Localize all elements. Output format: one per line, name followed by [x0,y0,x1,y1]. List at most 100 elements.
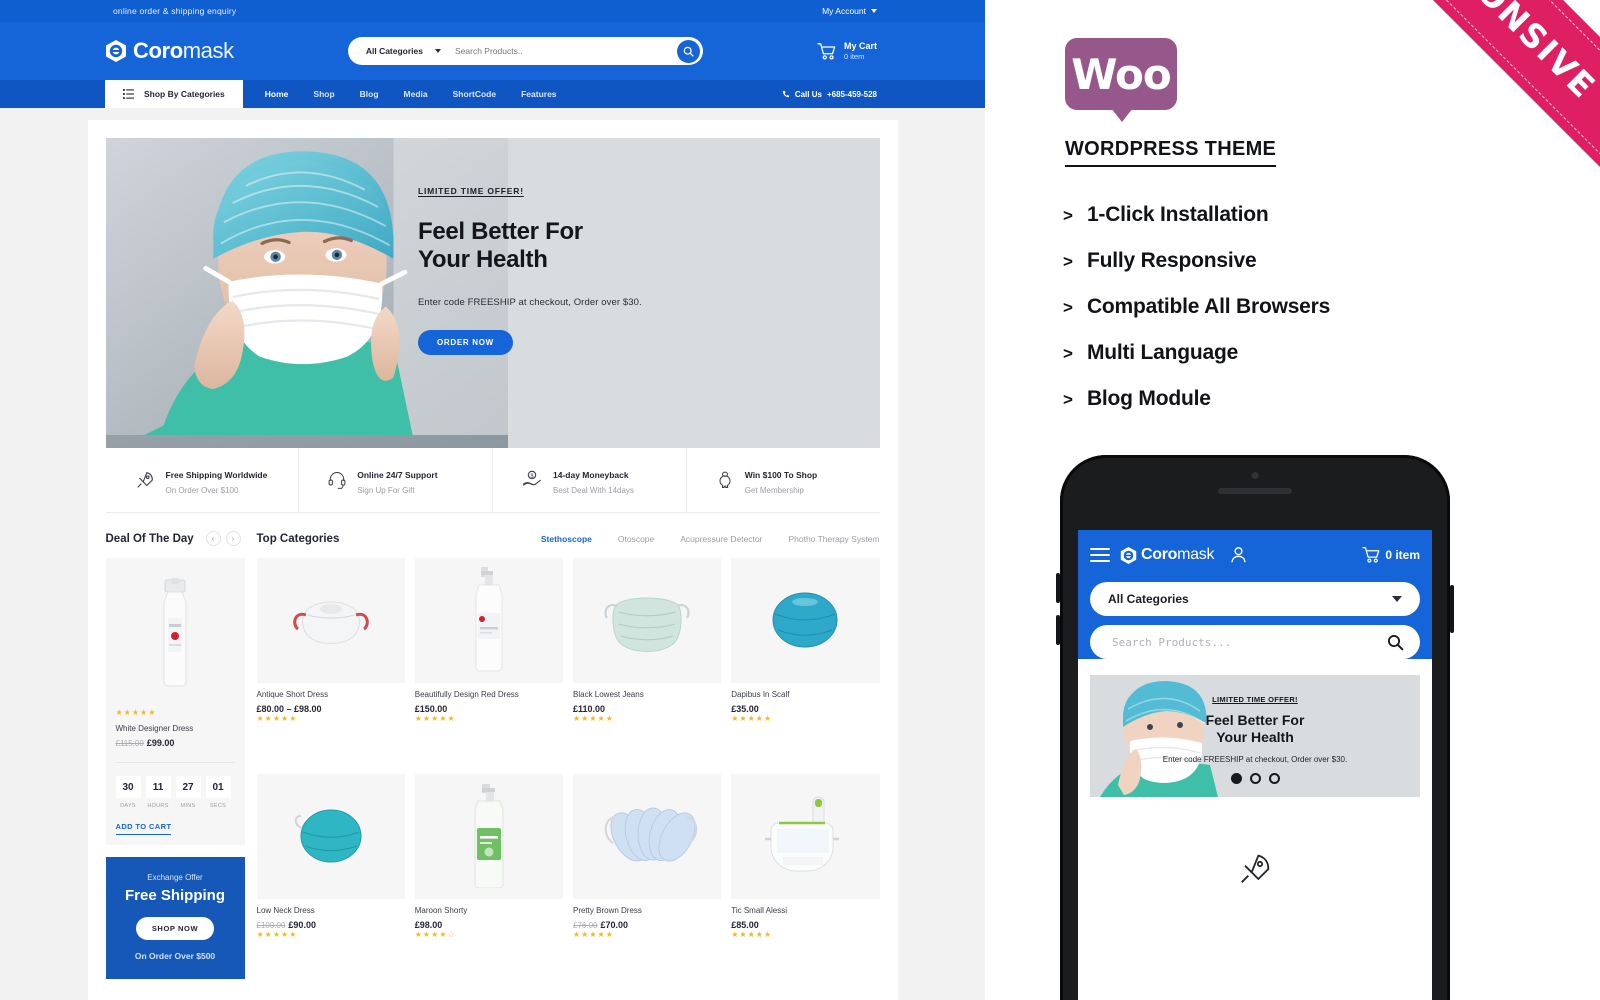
my-account-menu[interactable]: My Account [822,6,877,16]
deal-product-card[interactable]: ★★★★★ White Designer Dress £115.00 £99.00… [105,558,245,845]
carousel-arrows: ‹ › [205,531,241,546]
chevron-down-icon [871,9,877,13]
logo-text: Coromask [133,38,234,63]
shop-by-categories-label: Shop By Categories [144,89,225,99]
product-rating: ★★★★★ [731,714,773,723]
search-input[interactable] [455,46,677,56]
feature-label: Fully Responsive [1086,249,1257,272]
product-price: £70.00 [600,919,628,930]
order-now-button[interactable]: ORDER NOW [417,330,513,356]
carousel-dot-1[interactable] [1230,772,1242,784]
wordpress-theme-heading: WORDPRESS THEME [1065,138,1277,167]
volume-up-button[interactable] [1056,573,1060,603]
mobile-cart-count: 0 item [1385,548,1420,562]
feature-label: Multi Language [1086,341,1239,364]
user-icon[interactable] [1230,546,1247,564]
mobile-category-select[interactable]: All Categories [1090,582,1420,616]
product-card[interactable]: Pretty Brown Dress £76.00 £70.00 ★★★★★ [573,773,722,980]
product-grid: Antique Short Dress £80.00 – £98.00 ★★★★… [256,558,880,980]
category-select[interactable]: All Categories [366,46,441,56]
mobile-banner-subtitle: Enter code FREESHIP at checkout, Order o… [1162,754,1348,764]
chevron-right-icon: > [1063,390,1073,409]
search-button[interactable] [676,39,700,63]
product-price-row: £76.00 £70.00 [573,920,721,930]
feature-label: Blog Module [1086,387,1211,410]
mobile-logo-text: Coromask [1141,546,1215,563]
cart-count: 0 item [843,52,865,61]
carousel-dot-3[interactable] [1268,772,1280,784]
mobile-banner-kicker: LIMITED TIME OFFER! [1212,695,1298,704]
feature-title: Online 24/7 Support [357,470,438,480]
nav-item-shop[interactable]: Shop [313,89,334,99]
chevron-right-icon: > [1063,344,1073,363]
carousel-dot-2[interactable] [1249,772,1261,784]
power-button[interactable] [1450,585,1454,633]
volume-down-button[interactable] [1056,615,1060,645]
tab-acupressure-detector[interactable]: Acupressure Detector [680,534,762,544]
deal-old-price: £115.00 [115,739,144,748]
mobile-feature-strip [1078,797,1432,889]
product-card[interactable]: Antique Short Dress £80.00 – £98.00 ★★★★… [256,558,405,764]
blue-cup-mask-image [731,558,880,683]
shop-by-categories-button[interactable]: Shop By Categories [105,80,243,108]
shop-now-button[interactable]: SHOP NOW [135,917,215,940]
chevron-right-icon[interactable]: › [225,531,241,546]
mobile-banner-copy: LIMITED TIME OFFER! Feel Better For Your … [1090,695,1420,784]
feature-title: Win $100 To Shop [744,470,818,480]
deal-of-the-day-title: Deal Of The Day [105,532,194,545]
product-rating: ★★★★★ [414,714,456,723]
feature-label: Compatible All Browsers [1086,295,1331,318]
call-us-info[interactable]: Call Us +685-459-528 [782,80,877,108]
product-card[interactable]: Tic Small Alessi £85.00 ★★★★★ [731,773,880,980]
deal-price: £99.00 [146,738,175,748]
product-price: £85.00 [731,919,759,930]
countdown-mins: 27 MINS [175,776,201,809]
product-rating: ★★★★☆ [414,929,456,939]
add-to-cart-link[interactable]: ADD TO CART [115,822,172,835]
search-icon[interactable] [1387,634,1404,651]
product-card[interactable]: Beautifully Design Red Dress £150.00 ★★★… [414,558,563,764]
product-rating: ★★★★★ [256,929,298,939]
nav-item-shortcode[interactable]: ShortCode [453,89,496,99]
hamburger-menu-icon[interactable] [1090,544,1110,566]
tab-photho-therapy-system[interactable]: Photho Therapy System [788,534,879,544]
site-logo[interactable]: Coromask [105,38,234,64]
deal-column: ★★★★★ White Designer Dress £115.00 £99.00… [105,558,245,979]
mobile-logo[interactable]: Coromask [1120,546,1214,565]
product-card[interactable]: Maroon Shorty £98.00 ★★★★☆ [414,773,563,980]
tab-otoscope[interactable]: Otoscope [618,534,654,544]
hero-kicker: LIMITED TIME OFFER! [417,186,524,196]
mobile-cart[interactable]: 0 item [1362,546,1420,564]
content-area: ★★★★★ White Designer Dress £115.00 £99.00… [105,558,880,980]
header-search-bar[interactable]: All Categories [347,37,703,65]
product-rating: ★★★★★ [256,714,298,723]
product-card[interactable]: Black Lowest Jeans £110.00 ★★★★★ [573,558,722,764]
feature-list-item: > Compatible All Browsers [1063,295,1600,319]
hexagon-mask-icon [105,39,127,63]
hero-subtitle: Enter code FREESHIP at checkout, Order o… [417,297,642,309]
mobile-search-bar[interactable]: Search Products... [1090,625,1420,659]
product-price: £35.00 [731,704,759,714]
svg-text:$: $ [530,473,533,479]
nav-item-home[interactable]: Home [265,89,289,99]
hero-title: Feel Better For Your Health [417,218,583,273]
theme-promo-panel: RESPONSIVE Woo WORDPRESS THEME > 1-Click… [985,0,1600,1000]
teal-cup-mask-image [256,773,405,899]
nav-item-blog[interactable]: Blog [360,89,379,99]
nav-item-features[interactable]: Features [521,89,556,99]
surgical-mask-image [573,558,722,683]
site-header: Coromask All Categories My Cart 0 item [0,22,985,80]
feature-item: Online 24/7 Support Sign Up For Gift [299,448,493,512]
mobile-hero-banner: LIMITED TIME OFFER! Feel Better For Your … [1090,675,1420,797]
cart-widget[interactable]: My Cart 0 item [817,41,877,61]
nav-item-media[interactable]: Media [404,89,428,99]
countdown-hours: 11 HOURS [145,776,171,809]
hero-text-panel: LIMITED TIME OFFER! Feel Better For Your … [417,138,880,448]
chevron-left-icon[interactable]: ‹ [205,531,221,546]
product-card[interactable]: Low Neck Dress £100.00 £90.00 ★★★★★ [256,773,405,980]
enquiry-text: online order & shipping enquiry [113,6,237,16]
product-card[interactable]: Dapibus In Scalf £35.00 ★★★★★ [731,558,880,764]
product-name: Antique Short Dress [256,690,329,699]
tab-stethoscope[interactable]: Stethoscope [541,534,592,544]
product-name: Maroon Shorty [414,905,468,915]
